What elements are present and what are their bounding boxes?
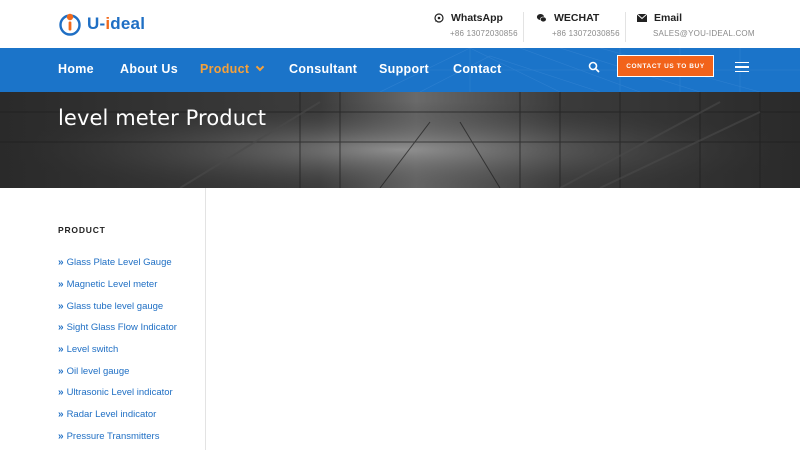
sidebar-item-label: Level switch: [66, 344, 119, 356]
contact-us-to-buy-button[interactable]: CONTACT US TO BUY: [617, 55, 714, 77]
double-chevron-right-icon: »: [58, 365, 64, 377]
nav-support[interactable]: Support: [379, 62, 429, 76]
sidebar-item-label: Magnetic Level meter: [66, 279, 158, 291]
sidebar-title: PRODUCT: [58, 225, 106, 235]
nav-product[interactable]: Product: [200, 62, 265, 76]
logo-text: U-ideal: [87, 14, 145, 34]
contact-email[interactable]: Email SALES@YOU-IDEAL.COM: [637, 12, 755, 38]
sidebar-item-magnetic-level-meter[interactable]: » Magnetic Level meter: [58, 274, 177, 296]
sidebar-item-level-switch[interactable]: » Level switch: [58, 339, 177, 361]
sidebar-item-label: Radar Level indicator: [66, 409, 157, 421]
double-chevron-right-icon: »: [58, 257, 64, 269]
double-chevron-right-icon: »: [58, 279, 64, 291]
contact-wechat[interactable]: WECHAT +86 13072030856: [536, 12, 620, 38]
sidebar-item-label: Glass tube level gauge: [66, 300, 164, 312]
email-title: Email: [654, 12, 683, 24]
whatsapp-icon: [434, 13, 444, 23]
sidebar-item-sight-glass-flow-indicator[interactable]: » Sight Glass Flow Indicator: [58, 317, 177, 339]
hero-banner: level meter Product: [0, 92, 800, 188]
nav-home[interactable]: Home: [58, 62, 94, 76]
divider: [523, 12, 524, 42]
whatsapp-title: WhatsApp: [451, 12, 503, 24]
sidebar-item-label: Ultrasonic Level indicator: [66, 387, 173, 399]
wechat-number: +86 13072030856: [552, 29, 620, 38]
double-chevron-right-icon: »: [58, 300, 64, 312]
logo-prefix: U: [87, 14, 100, 33]
double-chevron-right-icon: »: [58, 387, 64, 399]
double-chevron-right-icon: »: [58, 344, 64, 356]
sidebar-item-ultrasonic-level-indicator[interactable]: » Ultrasonic Level indicator: [58, 382, 177, 404]
top-bar: U-ideal WhatsApp +86 13072030856 WECHAT …: [0, 0, 800, 48]
double-chevron-right-icon: »: [58, 430, 64, 442]
logo-suffix: deal: [110, 14, 146, 33]
email-icon: [637, 13, 647, 22]
search-icon[interactable]: [588, 61, 600, 73]
double-chevron-right-icon: »: [58, 322, 64, 334]
nav-product-label: Product: [200, 62, 250, 76]
contact-whatsapp[interactable]: WhatsApp +86 13072030856: [434, 12, 518, 38]
wechat-title: WECHAT: [554, 12, 600, 24]
logo-mark-icon: [59, 13, 81, 36]
main-content-area: [207, 188, 800, 450]
wechat-icon: [536, 14, 547, 23]
sidebar-item-oil-level-gauge[interactable]: » Oil level gauge: [58, 360, 177, 382]
product-sidebar: PRODUCT » Glass Plate Level Gauge » Magnet…: [0, 188, 206, 450]
product-category-list: » Glass Plate Level Gauge » Magnetic Level…: [58, 252, 177, 447]
sidebar-item-pressure-transmitters[interactable]: » Pressure Transmitters: [58, 426, 177, 448]
hamburger-menu-icon[interactable]: [735, 62, 749, 72]
page-title: level meter Product: [58, 106, 267, 130]
nav-contact[interactable]: Contact: [453, 62, 502, 76]
sidebar-item-glass-tube-level-gauge[interactable]: » Glass tube level gauge: [58, 295, 177, 317]
double-chevron-right-icon: »: [58, 409, 64, 421]
email-address: SALES@YOU-IDEAL.COM: [653, 29, 755, 38]
nav-consultant[interactable]: Consultant: [289, 62, 357, 76]
sidebar-item-label: Glass Plate Level Gauge: [66, 257, 172, 269]
site-logo[interactable]: U-ideal: [58, 10, 145, 38]
sidebar-item-radar-level-indicator[interactable]: » Radar Level indicator: [58, 404, 177, 426]
nav-about-us[interactable]: About Us: [120, 62, 178, 76]
divider: [625, 12, 626, 42]
sidebar-item-label: Sight Glass Flow Indicator: [66, 322, 177, 334]
sidebar-item-label: Oil level gauge: [66, 365, 130, 377]
chevron-down-icon: [256, 62, 265, 72]
sidebar-item-label: Pressure Transmitters: [66, 430, 160, 442]
whatsapp-number: +86 13072030856: [450, 29, 518, 38]
sidebar-item-glass-plate-level-gauge[interactable]: » Glass Plate Level Gauge: [58, 252, 177, 274]
